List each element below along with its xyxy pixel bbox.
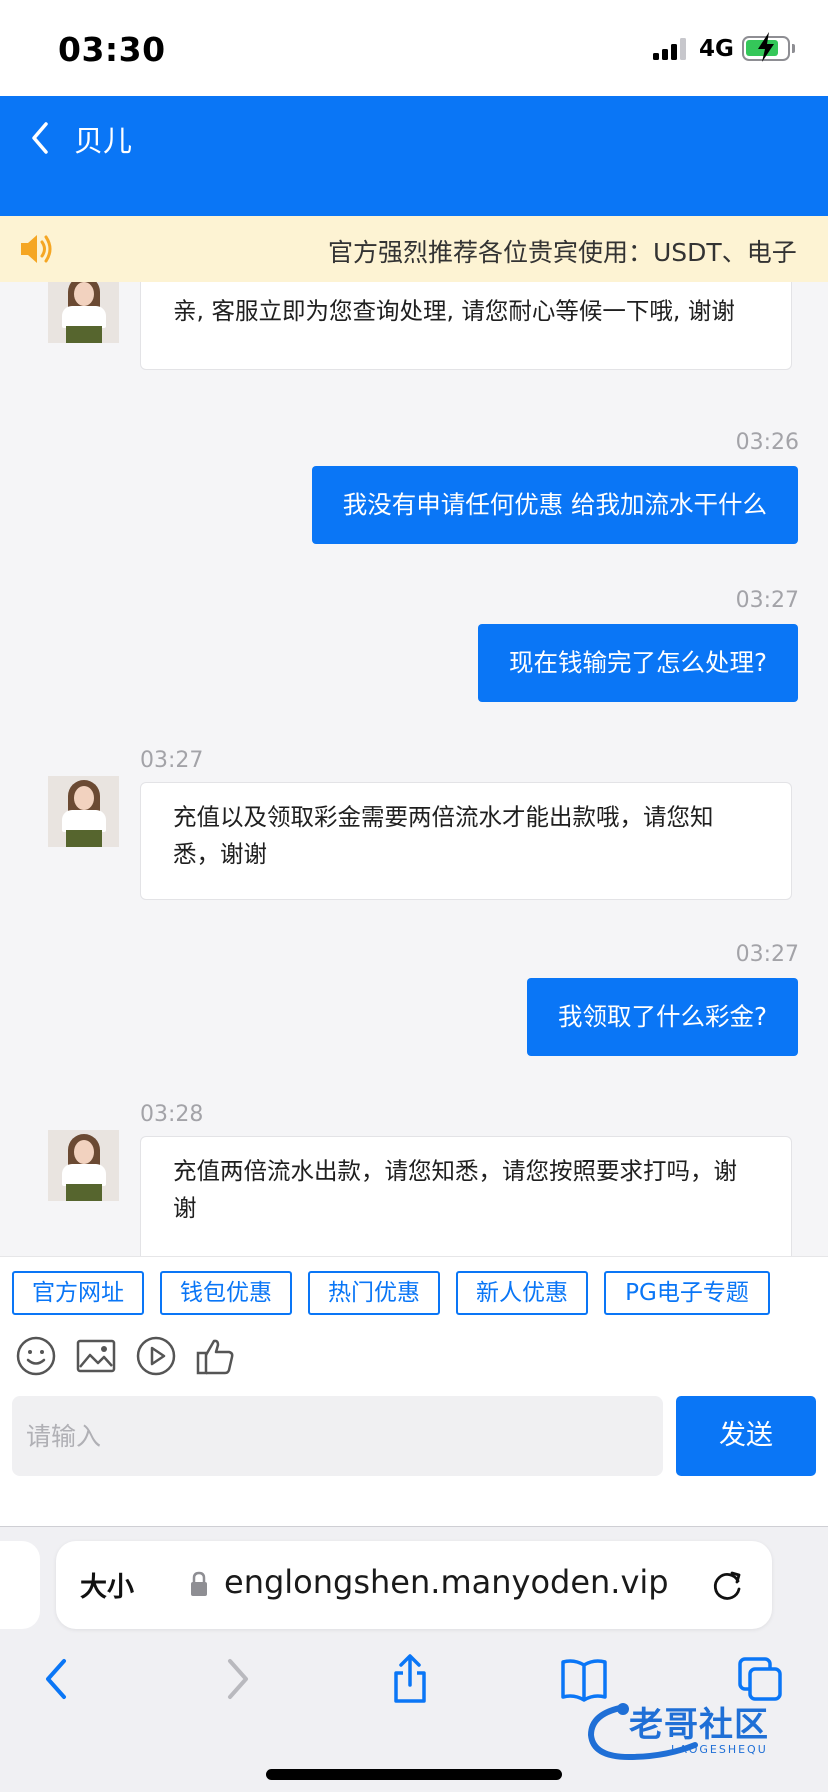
message-bubble-out: 我领取了什么彩金?: [526, 978, 798, 1056]
share-icon[interactable]: [386, 1653, 434, 1705]
agent-avatar: [48, 282, 119, 343]
charging-bolt-icon: [758, 32, 774, 62]
back-icon[interactable]: [26, 118, 52, 158]
emoji-icon[interactable]: [15, 1335, 57, 1377]
message-bubble-out: 现在钱输完了怎么处理?: [477, 624, 798, 702]
image-icon[interactable]: [75, 1335, 117, 1377]
watermark-text: 老哥社区: [629, 1705, 769, 1745]
agent-avatar: [48, 1130, 119, 1201]
quick-reply-hot-promo[interactable]: 热门优惠: [308, 1271, 440, 1315]
message-time: 03:26: [735, 430, 799, 455]
network-type: 4G: [699, 36, 734, 62]
notice-marquee: 官方强烈推荐各位贵宾使用：USDT、电子: [0, 216, 828, 282]
marquee-text: 官方强烈推荐各位贵宾使用：USDT、电子: [328, 238, 797, 267]
watermark-subtext: LAOGESHEQU: [671, 1743, 768, 1756]
agent-avatar: [48, 776, 119, 847]
reload-icon[interactable]: [710, 1567, 746, 1603]
speaker-icon: [21, 235, 52, 263]
message-input[interactable]: [12, 1396, 663, 1476]
status-bar: 03:30 4G: [0, 0, 828, 96]
message-bubble-in: 亲, 客服立即为您查询处理, 请您耐心等候一下哦, 谢谢: [140, 282, 792, 370]
message-bubble-in: 充值以及领取彩金需要两倍流水才能出款哦，请您知悉，谢谢: [140, 782, 792, 900]
message-bubble-out: 我没有申请任何优惠 给我加流水干什么: [311, 466, 798, 544]
compose-panel: 官方网址 钱包优惠 热门优惠 新人优惠 PG电子专题 发送: [0, 1256, 828, 1526]
signal-icon: [653, 38, 689, 60]
status-time: 03:30: [58, 30, 166, 69]
quick-reply-newbie-promo[interactable]: 新人优惠: [456, 1271, 588, 1315]
address-bar[interactable]: 大小 englongshen.manyoden.vip: [56, 1541, 772, 1629]
thumbs-up-icon[interactable]: [195, 1335, 237, 1377]
message-time: 03:27: [735, 588, 799, 613]
text-size-button[interactable]: 大小: [80, 1565, 134, 1604]
message-time: 03:27: [735, 942, 799, 967]
page-title: 贝儿: [74, 124, 133, 158]
browser-back-icon[interactable]: [34, 1653, 82, 1705]
quick-reply-pg-topic[interactable]: PG电子专题: [604, 1271, 770, 1315]
watermark-logo: 老哥社区 LAOGESHEQU: [585, 1695, 815, 1763]
chat-messages[interactable]: 亲, 客服立即为您查询处理, 请您耐心等候一下哦, 谢谢 03:26 我没有申请…: [0, 282, 828, 1256]
message-time: 03:28: [140, 1102, 204, 1127]
quick-reply-official-site[interactable]: 官方网址: [12, 1271, 144, 1315]
quick-reply-wallet-promo[interactable]: 钱包优惠: [160, 1271, 292, 1315]
home-indicator: [266, 1769, 562, 1780]
message-time: 03:27: [140, 748, 204, 773]
previous-tab-preview[interactable]: [0, 1541, 40, 1629]
browser-forward-icon[interactable]: [212, 1653, 260, 1705]
video-icon[interactable]: [135, 1335, 177, 1377]
chat-header: 贝儿: [0, 96, 828, 216]
url-text[interactable]: englongshen.manyoden.vip: [224, 1563, 669, 1601]
send-button[interactable]: 发送: [676, 1396, 816, 1476]
browser-toolbar: 大小 englongshen.manyoden.vip 老哥社区 LAOGESH…: [0, 1526, 828, 1792]
message-bubble-in: 充值两倍流水出款，请您知悉，请您按照要求打吗，谢谢: [140, 1136, 792, 1256]
lock-icon: [191, 1571, 207, 1596]
